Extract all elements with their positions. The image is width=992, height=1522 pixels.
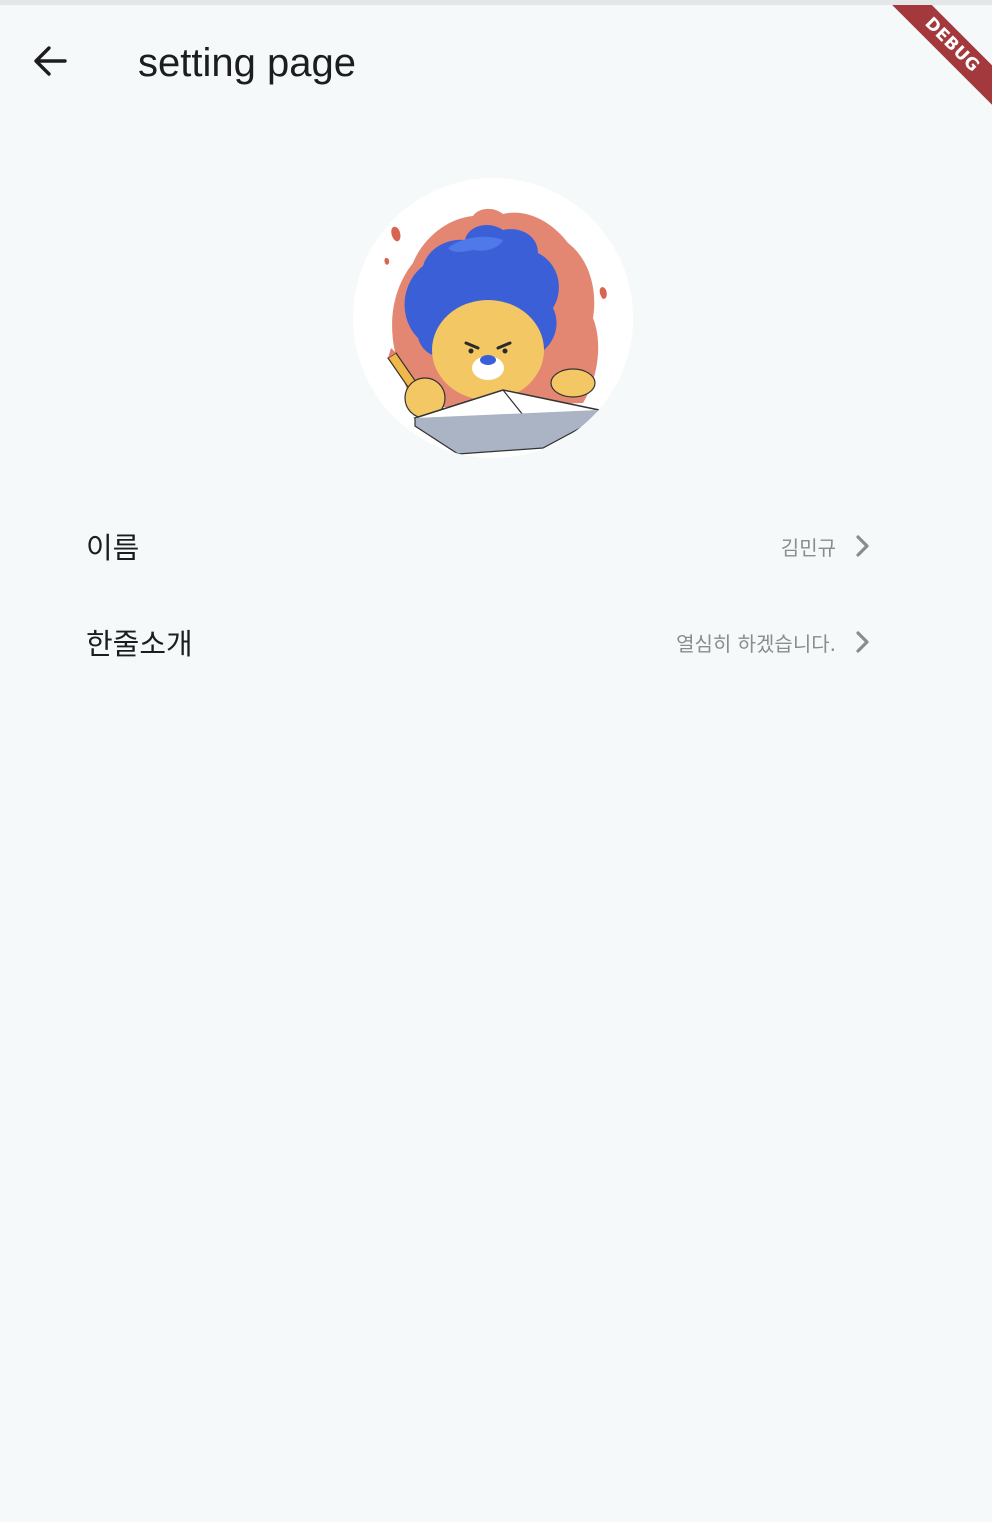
setting-item-bio[interactable]: 한줄소개 열심히 하겠습니다. [86, 594, 876, 690]
setting-item-value: 김민규 [780, 535, 836, 560]
chevron-right-icon [848, 628, 876, 656]
chevron-right-icon [848, 532, 876, 560]
setting-item-label: 이름 [86, 531, 140, 565]
back-button[interactable] [18, 29, 82, 93]
setting-item-trailing: 열심히 하겠습니다. [676, 628, 876, 657]
profile-avatar[interactable] [353, 178, 633, 458]
lion-character-avatar [384, 208, 607, 455]
app-bar: setting page [0, 5, 992, 121]
setting-item-trailing: 김민규 [781, 532, 876, 561]
setting-item-value: 열심히 하겠습니다. [676, 631, 836, 656]
arrow-back-icon [34, 46, 67, 76]
settings-list: 이름 김민규 한줄소개 열심히 하겠습니다. [86, 498, 876, 690]
setting-item-name[interactable]: 이름 김민규 [86, 498, 876, 594]
setting-item-label: 한줄소개 [86, 627, 193, 661]
page-title: setting page [138, 41, 356, 85]
